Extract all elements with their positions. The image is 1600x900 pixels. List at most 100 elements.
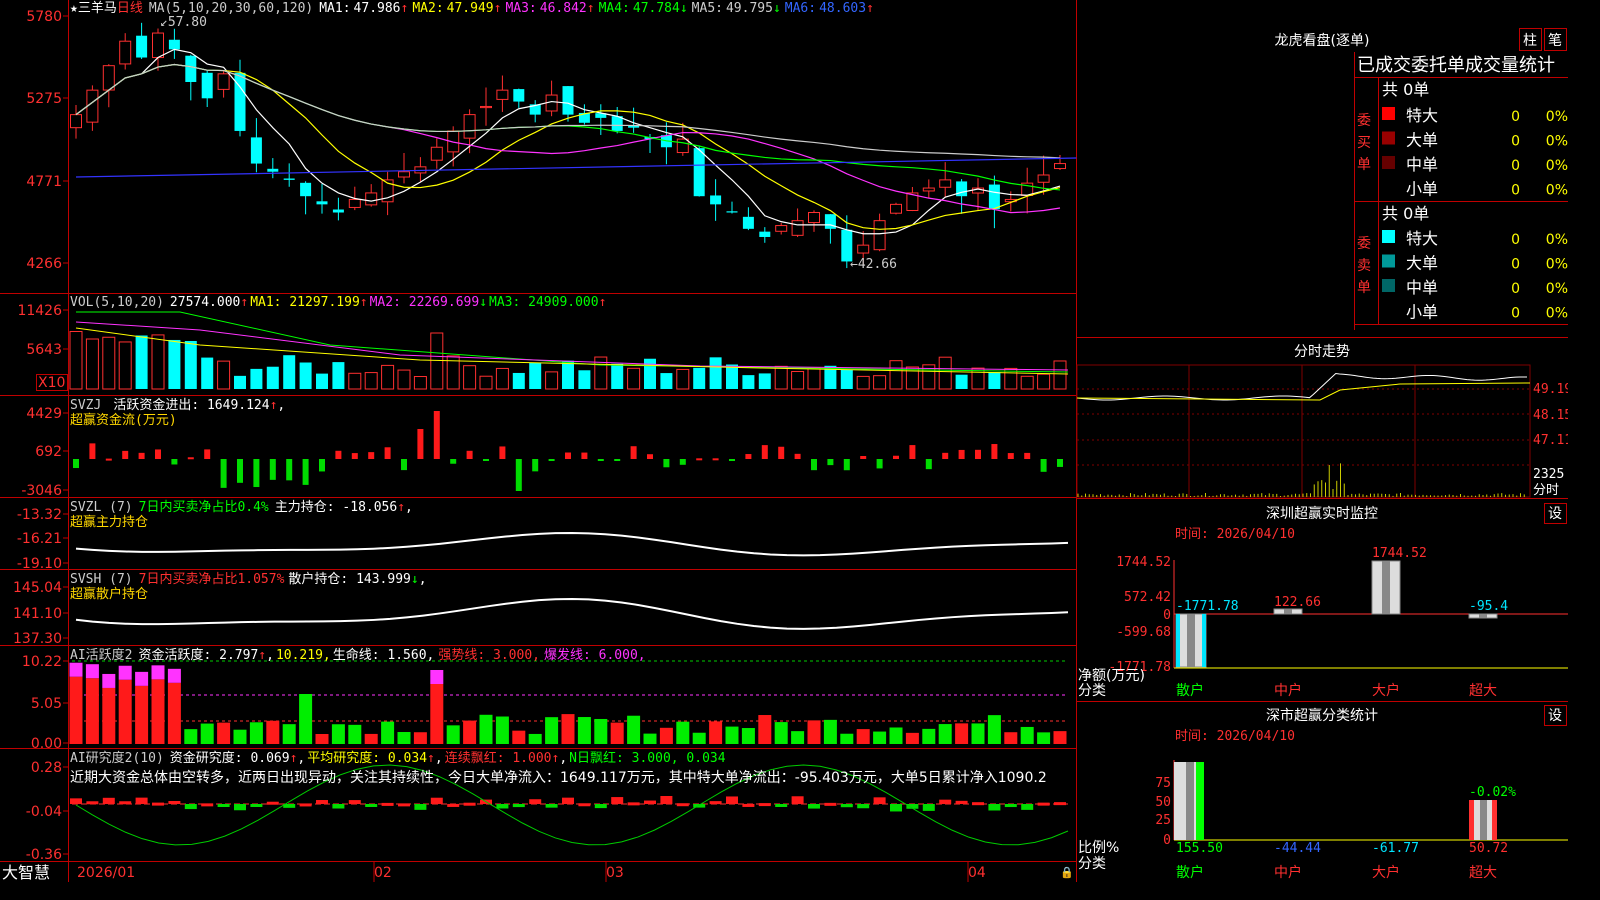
order-count: 0 [1511,306,1520,322]
activity-bar [823,719,837,744]
research-bar [611,797,624,804]
volume-bar [364,372,378,390]
activity-bar [233,729,247,744]
cls-category: 超大 [1469,865,1497,881]
fundflow-bar [794,453,801,459]
candle-body [168,39,180,50]
cls-category: 大户 [1372,864,1400,881]
activity-bar [807,720,821,744]
fundflow-bar [433,411,440,459]
candle-body [513,89,525,102]
research-bar [758,803,771,807]
sz-value: 1744.52 [1372,546,1427,561]
chart-canvas[interactable]: 5780 5275 4771 4266 11426 5643 4429 692 -3046 -13… [0,0,1568,882]
fundflow-bar [1040,459,1047,472]
candle-body [939,179,952,188]
fundflow-bar [1024,452,1031,459]
activity-bar-top [151,665,165,680]
fundflow-bar [548,459,555,461]
candle-body [890,203,902,214]
research-bar [234,804,246,811]
research-bar [726,796,738,804]
activity-bar [971,723,985,744]
activity-bar [200,723,214,744]
sz-bar-shade [1382,561,1390,614]
fundflow-bar [401,459,407,471]
activity-bar [331,724,345,744]
volume-bar [758,373,771,389]
order-count: 0 [1511,281,1520,297]
period-label: 日线 [117,1,143,16]
lhb-title: 龙虎看盘(逐单) [1275,32,1370,49]
fundflow-bar [811,459,817,471]
y-tick-label: 5.05 [31,696,62,712]
volume-bar [693,367,706,389]
svg-text:设: 设 [1548,708,1562,724]
svg-text:2026/01: 2026/01 [77,865,135,881]
order-pct: 0% [1546,257,1568,273]
sz-category: 中户 [1274,682,1302,699]
research-bar [70,798,82,804]
activity-bar [938,724,952,744]
activity-bar [184,729,198,744]
fundflow-bar [73,459,79,469]
fundflow-bar [499,446,506,459]
y-tick-label: 11426 [17,303,62,319]
order-type-label: 中单 [1406,278,1438,297]
sz-value: 122.66 [1274,595,1321,610]
volume-bar [611,363,624,389]
candle-body [267,168,279,172]
activity-bar [774,722,788,744]
research-bar [86,801,99,805]
volume-bar [791,370,805,390]
activity-bar [627,715,641,744]
svg-text:04: 04 [968,865,986,881]
svg-text:AI研究度2(10)资金研究度: 0.069↑,平均研究度:: AI研究度2(10) 资金研究度: 0.069↑, 平均研究度: 0.034↑, 连续… [70,750,726,766]
svg-text:分类: 分类 [1078,683,1106,699]
activity-bar [217,722,231,744]
y-tick-label: 141.10 [13,606,62,622]
volume-bar [873,375,887,390]
svg-text:卖: 卖 [1357,258,1371,274]
svg-text:02: 02 [374,865,392,881]
volume-bar [889,360,903,390]
volume-bar [479,375,493,390]
activity-bar [249,722,263,744]
cls-value: 155.50 [1176,841,1223,856]
y-tick-label: -0.04 [26,804,62,820]
high-marker: ↙57.80 [160,15,207,30]
research-bar [135,797,148,804]
candle-body [562,86,574,115]
fundflow-bar [237,459,243,483]
candle-body [922,187,935,192]
svg-text:委: 委 [1357,113,1371,129]
svg-text:时间: 2026/04/10: 时间: 2026/04/10 [1175,527,1295,542]
candle-body [1037,174,1050,183]
research-bar [512,804,525,808]
candle-body [70,114,82,129]
activity-bar [873,731,887,744]
stock-name: 三羊马 [78,0,117,16]
fundflow-bar [155,449,161,459]
sz-bar-shade [1187,614,1195,667]
research-bar [332,804,345,809]
fundflow-bar [187,457,194,460]
volume-bar [856,375,870,390]
order-type-label: 小单 [1406,180,1438,199]
order-color-swatch [1382,131,1395,145]
research-bar [365,804,378,807]
svg-text:买: 买 [1357,135,1371,151]
candle-body [808,212,820,224]
volume-bar [430,332,444,390]
research-bar [857,804,870,809]
fundflow-bar [942,452,949,459]
activity-bar [446,725,460,744]
fundflow-bar [975,449,981,459]
volume-bar [381,364,395,390]
fundflow-bar [843,459,850,471]
candle-body [693,148,705,197]
activity-bar [955,723,969,744]
svg-text:设: 设 [1548,506,1562,522]
order-type-label: 大单 [1406,131,1438,150]
main-force-line [75,531,1069,557]
